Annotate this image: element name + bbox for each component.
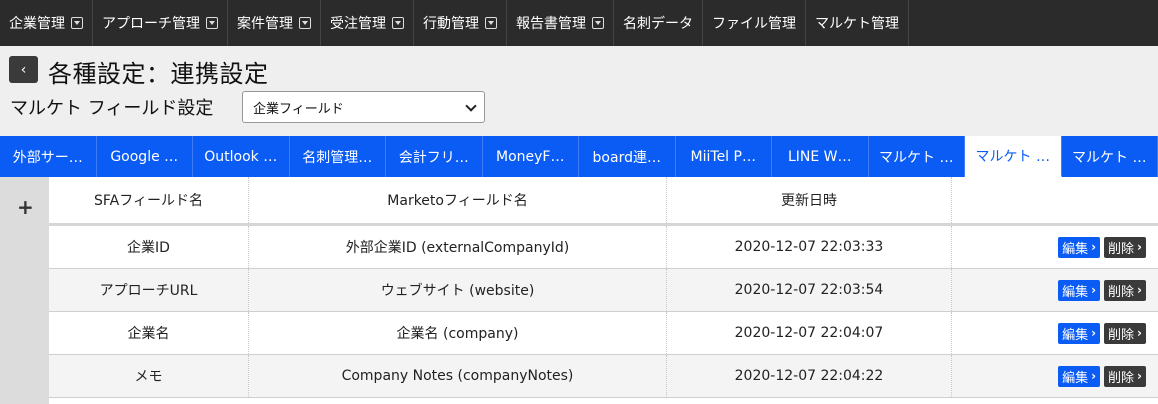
marketo-field-cell: 企業名 (company): [249, 312, 667, 354]
dropdown-icon: [592, 17, 604, 29]
integration-tab[interactable]: board連…: [579, 136, 676, 177]
nav-item-label: ファイル管理: [712, 16, 796, 32]
dropdown-icon: [71, 17, 83, 29]
integration-tab[interactable]: 会計フリ…: [386, 136, 483, 177]
chevron-right-icon: ›: [1137, 283, 1142, 297]
nav-item[interactable]: 案件管理: [228, 0, 321, 46]
field-table: SFAフィールド名 Marketoフィールド名 更新日時 企業ID 外部企業ID …: [49, 177, 1158, 404]
integration-tab[interactable]: LINE W…: [772, 136, 869, 177]
nav-item[interactable]: ファイル管理: [703, 0, 806, 46]
integration-tab[interactable]: 名刺管理…: [290, 136, 386, 177]
integration-tab[interactable]: Google …: [97, 136, 193, 177]
nav-item[interactable]: 受注管理: [321, 0, 414, 46]
table-header-row: SFAフィールド名 Marketoフィールド名 更新日時: [49, 177, 1158, 226]
delete-button-label: 削除: [1108, 370, 1135, 386]
actions-cell: 編集 › 削除 ›: [952, 312, 1158, 354]
updated-at-cell: 2020-12-07 22:03:33: [667, 226, 952, 268]
nav-item-label: 企業管理: [9, 16, 65, 32]
integration-tab[interactable]: Outlook …: [193, 136, 290, 177]
nav-item-label: アプローチ管理: [102, 16, 200, 32]
integration-tab[interactable]: マルケト …: [965, 136, 1062, 177]
delete-button-label: 削除: [1108, 327, 1135, 343]
left-rail: +: [0, 177, 49, 404]
nav-item-label: 名刺データ: [623, 16, 693, 32]
page-title: 各種設定：連携設定: [48, 60, 269, 88]
integration-tabs: 外部サー… Google … Outlook … 名刺管理… 会計フリ… MoneyF… b…: [0, 136, 1158, 177]
section-subtitle: マルケト フィールド設定: [10, 98, 214, 119]
dropdown-icon: [392, 17, 404, 29]
actions-cell: 編集 › 削除 ›: [952, 355, 1158, 397]
column-header-updated: 更新日時: [667, 177, 952, 223]
top-navigation: 企業管理 アプローチ管理 案件管理 受注管理 行動管理 報告書管理 名刺データ ファイル管理 マ…: [0, 0, 1158, 46]
nav-item-label: マルケト管理: [815, 16, 899, 32]
page-header: ‹ 各種設定：連携設定 マルケト フィールド設定 企業フィールド: [0, 46, 1158, 136]
chevron-right-icon: ›: [1137, 326, 1142, 340]
dropdown-icon: [206, 17, 218, 29]
back-button[interactable]: ‹: [9, 56, 38, 83]
table-row: メモ Company Notes (companyNotes) 2020-12-07…: [49, 355, 1158, 398]
actions-cell: 編集 › 削除 ›: [952, 226, 1158, 268]
nav-item[interactable]: 企業管理: [0, 0, 93, 46]
updated-at-cell: 2020-12-07 22:04:22: [667, 355, 952, 397]
updated-at-cell: 2020-12-07 22:04:07: [667, 312, 952, 354]
add-icon[interactable]: +: [17, 195, 34, 219]
dropdown-icon: [485, 17, 497, 29]
integration-tab[interactable]: 外部サー…: [0, 136, 97, 177]
field-type-select-value: 企業フィールド: [253, 101, 344, 117]
integration-tab[interactable]: MiiTel P…: [676, 136, 772, 177]
edit-button[interactable]: 編集 ›: [1058, 236, 1101, 258]
edit-button-label: 編集: [1062, 327, 1089, 343]
delete-button-label: 削除: [1108, 284, 1135, 300]
sfa-field-cell: 企業名: [49, 312, 249, 354]
integration-tab[interactable]: マルケト …: [1062, 136, 1158, 177]
edit-button-label: 編集: [1062, 284, 1089, 300]
sfa-field-cell: 企業ID: [49, 226, 249, 268]
edit-button-label: 編集: [1062, 241, 1089, 257]
nav-item[interactable]: アプローチ管理: [93, 0, 228, 46]
chevron-right-icon: ›: [1091, 326, 1097, 340]
edit-button[interactable]: 編集 ›: [1058, 279, 1101, 301]
column-header-actions: [952, 177, 1158, 223]
nav-item-label: 受注管理: [330, 16, 386, 32]
dropdown-icon: [299, 17, 311, 29]
table-row: 企業名 企業名 (company) 2020-12-07 22:04:07 編集 › 削除…: [49, 312, 1158, 355]
nav-item-label: 案件管理: [237, 16, 293, 32]
integration-tab[interactable]: マルケト …: [869, 136, 965, 177]
nav-item[interactable]: 報告書管理: [507, 0, 614, 46]
sfa-field-cell: メモ: [49, 355, 249, 397]
table-row: アプローチURL ウェブサイト (website) 2020-12-07 22:03…: [49, 269, 1158, 312]
integration-tab[interactable]: MoneyF…: [483, 136, 579, 177]
nav-item[interactable]: 行動管理: [414, 0, 507, 46]
edit-button[interactable]: 編集 ›: [1058, 322, 1101, 344]
chevron-right-icon: ›: [1137, 240, 1142, 254]
nav-item-label: 報告書管理: [516, 16, 586, 32]
chevron-right-icon: ›: [1137, 369, 1142, 383]
delete-button-label: 削除: [1108, 241, 1135, 257]
edit-button-label: 編集: [1062, 370, 1089, 386]
marketo-field-cell: ウェブサイト (website): [249, 269, 667, 311]
column-header-marketo: Marketoフィールド名: [249, 177, 667, 223]
nav-item-label: 行動管理: [423, 16, 479, 32]
sfa-field-cell: アプローチURL: [49, 269, 249, 311]
updated-at-cell: 2020-12-07 22:03:54: [667, 269, 952, 311]
chevron-right-icon: ›: [1091, 283, 1097, 297]
field-type-select[interactable]: 企業フィールド: [242, 91, 485, 123]
nav-item[interactable]: 名刺データ: [614, 0, 703, 46]
actions-cell: 編集 › 削除 ›: [952, 269, 1158, 311]
table-row: 企業ID 外部企業ID (externalCompanyId) 2020-12-07…: [49, 226, 1158, 269]
delete-button[interactable]: 削除 ›: [1104, 322, 1146, 344]
chevron-right-icon: ›: [1091, 369, 1097, 383]
delete-button[interactable]: 削除 ›: [1104, 365, 1146, 387]
content-area: + SFAフィールド名 Marketoフィールド名 更新日時 企業ID 外部企業I…: [0, 177, 1158, 404]
chevron-down-icon: [465, 100, 477, 112]
marketo-field-cell: Company Notes (companyNotes): [249, 355, 667, 397]
delete-button[interactable]: 削除 ›: [1104, 236, 1146, 258]
marketo-field-cell: 外部企業ID (externalCompanyId): [249, 226, 667, 268]
chevron-right-icon: ›: [1091, 240, 1097, 254]
column-header-sfa: SFAフィールド名: [49, 177, 249, 223]
nav-item[interactable]: マルケト管理: [806, 0, 909, 46]
edit-button[interactable]: 編集 ›: [1058, 365, 1101, 387]
delete-button[interactable]: 削除 ›: [1104, 279, 1146, 301]
